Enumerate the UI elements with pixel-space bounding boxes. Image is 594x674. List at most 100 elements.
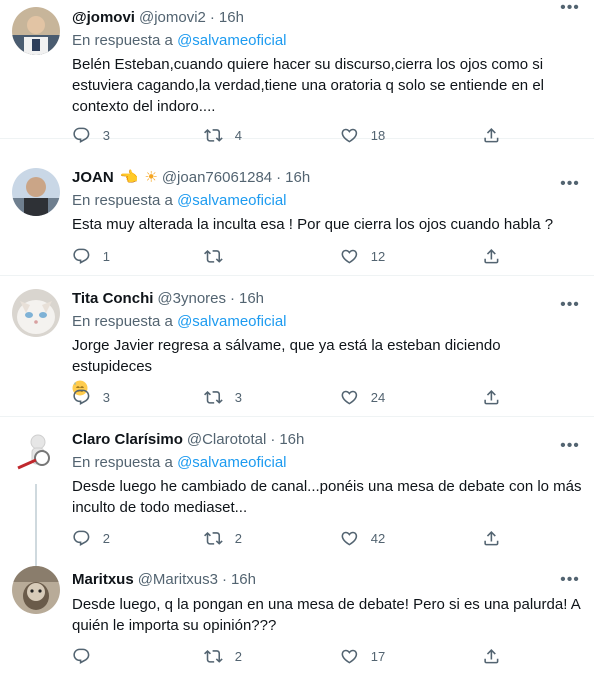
more-options-icon[interactable]: •••: [560, 436, 580, 456]
tweet[interactable]: @jomovi @jomovi2 · 16h En respuesta a @s…: [0, 0, 594, 143]
more-options-icon[interactable]: •••: [560, 0, 580, 18]
tweet-text: Belén Esteban,cuando quiere hacer su dis…: [72, 56, 544, 115]
reply-context: En respuesta a @salvameoficial: [72, 191, 582, 211]
retweet-button[interactable]: 4: [204, 125, 242, 145]
share-button[interactable]: [482, 125, 501, 145]
reply-context: En respuesta a @salvameoficial: [72, 31, 582, 51]
retweet-button[interactable]: 2: [204, 528, 242, 548]
like-count: 24: [370, 389, 386, 405]
tweet[interactable]: Maritxus @Maritxus3 · 16h Desde luego, q…: [0, 558, 594, 674]
reply-mention[interactable]: @salvameoficial: [177, 192, 286, 209]
share-button[interactable]: [482, 246, 501, 266]
reply-mention[interactable]: @salvameoficial: [177, 32, 286, 49]
separator-dot: ·: [230, 290, 235, 307]
like-count: 17: [370, 648, 386, 664]
retweet-icon: [204, 249, 223, 263]
more-options-icon[interactable]: •••: [560, 295, 580, 315]
reply-count: 3: [102, 389, 110, 405]
reply-count: 3: [102, 127, 110, 143]
separator-dot: ·: [209, 9, 215, 26]
reply-icon: [73, 648, 90, 664]
share-icon: [484, 389, 499, 405]
retweet-icon: [204, 531, 223, 545]
share-icon: [484, 248, 499, 264]
separator-dot: ·: [276, 169, 282, 186]
tweet-text-content: Jorge Javier regresa a sálvame, que ya e…: [72, 337, 501, 375]
retweet-count: 4: [234, 127, 242, 143]
retweet-count: 2: [234, 648, 242, 664]
reply-icon: [73, 248, 90, 264]
reply-mention[interactable]: @salvameoficial: [177, 313, 286, 330]
like-count: 12: [370, 248, 386, 264]
reply-button[interactable]: [72, 646, 91, 666]
heart-icon: [341, 649, 358, 664]
display-name[interactable]: @jomovi: [72, 8, 135, 28]
avatar[interactable]: [12, 430, 60, 478]
reply-count: 2: [102, 530, 110, 546]
display-name[interactable]: Claro Clarísimo: [72, 430, 183, 450]
like-count: 42: [370, 530, 386, 546]
retweet-count: 2: [234, 530, 242, 546]
share-icon: [484, 648, 499, 664]
heart-icon: [341, 390, 358, 405]
tweet[interactable]: JOAN 👈 ☀ @joan76061284 · 16h En respuest…: [0, 156, 594, 276]
more-options-icon[interactable]: •••: [560, 174, 580, 194]
share-icon: [484, 530, 499, 546]
share-button[interactable]: [482, 528, 501, 548]
tweet-text: Desde luego, q la pongan en una mesa de …: [72, 596, 580, 634]
reply-button[interactable]: 2: [72, 528, 110, 548]
tweet-text: Esta muy alterada la inculta esa ! Por q…: [72, 216, 554, 233]
tweet[interactable]: Claro Clarísimo @Clarototal · 16h En res…: [0, 418, 594, 572]
reply-button[interactable]: 1: [72, 246, 110, 266]
reply-icon: [73, 389, 90, 405]
user-handle[interactable]: @Maritxus3: [138, 570, 218, 590]
avatar[interactable]: [12, 289, 60, 337]
more-options-icon[interactable]: •••: [560, 570, 580, 590]
like-count: 18: [370, 127, 386, 143]
retweet-button[interactable]: 2: [204, 646, 242, 666]
avatar[interactable]: [12, 7, 60, 55]
reply-icon: [73, 530, 90, 546]
display-name[interactable]: Maritxus: [72, 570, 134, 590]
heart-icon: [341, 531, 358, 546]
avatar[interactable]: [12, 566, 60, 614]
reply-context: En respuesta a @salvameoficial: [72, 312, 582, 332]
reply-prefix: En respuesta a: [72, 32, 173, 49]
separator-dot: ·: [270, 431, 276, 448]
avatar[interactable]: [12, 168, 60, 216]
timestamp[interactable]: 16h: [231, 570, 256, 590]
like-button[interactable]: 18: [340, 125, 385, 145]
retweet-button[interactable]: 3: [204, 387, 242, 407]
reply-count: 1: [102, 248, 110, 264]
user-handle[interactable]: @joan76061284: [162, 168, 272, 188]
sun-emoji: ☀: [144, 169, 158, 186]
display-name[interactable]: JOAN: [72, 168, 114, 188]
timestamp[interactable]: 16h: [239, 289, 264, 309]
reply-context: En respuesta a @salvameoficial: [72, 453, 582, 473]
reply-icon: [73, 127, 90, 143]
tweet[interactable]: Tita Conchi @3ynores · 16h En respuesta …: [0, 277, 594, 417]
reply-prefix: En respuesta a: [72, 313, 173, 330]
like-button[interactable]: 42: [340, 528, 385, 548]
heart-icon: [341, 128, 358, 143]
timestamp[interactable]: 16h: [219, 8, 244, 28]
user-handle[interactable]: @3ynores: [157, 289, 226, 309]
user-handle[interactable]: @jomovi2: [139, 8, 206, 28]
like-button[interactable]: 17: [340, 646, 385, 666]
user-handle[interactable]: @Clarototal: [187, 430, 266, 450]
reply-mention[interactable]: @salvameoficial: [177, 454, 286, 471]
share-button[interactable]: [482, 387, 501, 407]
timestamp[interactable]: 16h: [285, 168, 310, 188]
reply-button[interactable]: 3: [72, 125, 110, 145]
reply-button[interactable]: 3: [72, 387, 110, 407]
like-button[interactable]: 12: [340, 246, 385, 266]
timestamp[interactable]: 16h: [279, 430, 304, 450]
retweet-button[interactable]: [204, 246, 223, 266]
heart-icon: [341, 249, 358, 264]
tweet-text: Desde luego he cambiado de canal...ponéi…: [72, 478, 582, 516]
like-button[interactable]: 24: [340, 387, 385, 407]
display-name[interactable]: Tita Conchi: [72, 289, 153, 309]
separator-dot: ·: [221, 571, 227, 588]
share-button[interactable]: [482, 646, 501, 666]
pointing-hand-emoji: 👈: [119, 169, 139, 186]
